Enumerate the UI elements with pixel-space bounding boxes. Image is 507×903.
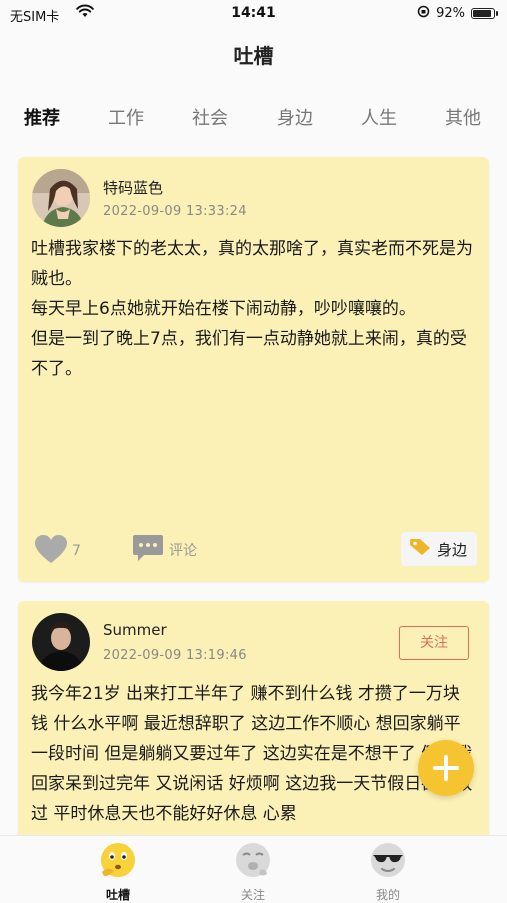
orientation-lock-icon [417,5,430,22]
post-content: 我今年21岁 出来打工半年了 赚不到什么钱 才攒了一万块钱 什么水平啊 最近想辞… [31,684,473,824]
add-post-button[interactable] [418,740,474,796]
tab-recommended[interactable]: 推荐 [24,104,60,130]
tab-society[interactable]: 社会 [192,104,228,130]
battery-level [473,10,492,17]
battery-icon [471,8,498,19]
post-timestamp: 2022-09-09 13:33:24 [103,204,247,219]
category-tabs: 推荐 工作 社会 身边 人生 其他 [0,100,507,132]
post-content: 吐槽我家楼下的老太太，真的太那啥了，真实老而不死是为贼也。 每天早上6点她就开始… [31,239,473,379]
like-count: 7 [72,543,81,559]
post-card[interactable]: 特码蓝色 2022-09-09 13:33:24 吐槽我家楼下的老太太，真的太那… [18,157,489,582]
bottom-tab-label: 吐槽 [105,888,130,902]
follow-button[interactable]: 关注 [399,626,469,660]
like-button[interactable]: 7 [34,534,81,568]
avatar[interactable] [32,169,90,227]
yawning-face-icon [233,843,273,884]
tag-label: 身边 [436,540,467,559]
tab-work[interactable]: 工作 [108,104,144,130]
tag-icon [409,538,431,560]
battery-percent: 92% [436,6,465,21]
bottom-tab-complaints[interactable]: 吐槽 [68,840,168,903]
comment-label: 评论 [169,543,197,559]
bottom-tab-label: 我的 [375,888,400,902]
page-title: 吐槽 [233,44,274,68]
post-username[interactable]: 特码蓝色 [103,177,163,198]
bottom-tab-profile[interactable]: 我的 [338,840,438,903]
heart-icon [34,534,68,568]
tab-nearby[interactable]: 身边 [277,104,313,130]
bottom-tab-bar: 吐槽 关注 我的 [0,835,507,903]
status-right: 92% [417,5,498,22]
post-tag[interactable]: 身边 [400,532,477,566]
comment-icon [132,534,164,566]
post-username[interactable]: Summer [103,621,167,639]
post-actions: 7 评论 身边 [18,528,489,568]
thinking-face-icon [98,843,138,884]
bottom-tab-label: 关注 [240,888,265,902]
status-bar: 无SIM卡 14:41 92% [0,0,507,28]
sunglasses-face-icon [368,843,408,884]
avatar[interactable] [32,613,90,671]
bottom-tab-following[interactable]: 关注 [203,840,303,903]
post-card[interactable]: Summer 2022-09-09 13:19:46 关注 我今年21岁 出来打… [18,601,489,861]
post-timestamp: 2022-09-09 13:19:46 [103,648,247,663]
tab-other[interactable]: 其他 [445,104,481,130]
tab-life[interactable]: 人生 [361,104,397,130]
plus-icon [418,755,474,800]
comment-button[interactable]: 评论 [132,534,197,566]
